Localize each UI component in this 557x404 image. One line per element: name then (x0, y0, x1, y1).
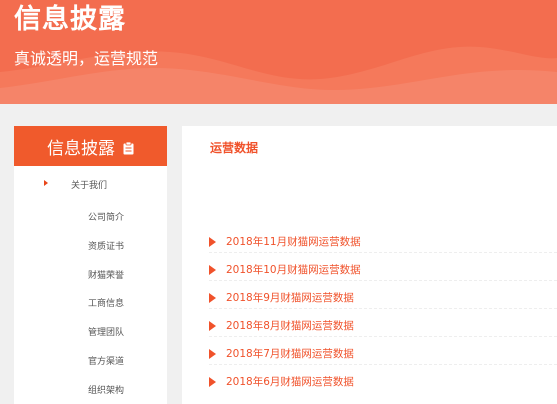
triangle-right-icon (209, 349, 216, 359)
banner-title: 信息披露 (14, 4, 126, 35)
sidebar: 信息披露 关于我们 公司简介 资质证书 财猫荣誉 工商信息 管理团队 官方渠道 … (14, 126, 167, 404)
divider (209, 280, 557, 281)
list-item[interactable]: 2018年9月财猫网运营数据 (182, 286, 557, 314)
report-link[interactable]: 2018年8月财猫网运营数据 (226, 318, 354, 333)
report-link[interactable]: 2018年7月财猫网运营数据 (226, 346, 354, 361)
triangle-right-icon (209, 377, 216, 387)
triangle-right-icon (44, 180, 48, 186)
sidebar-item-company-intro[interactable]: 公司简介 (88, 210, 124, 223)
sidebar-item-business-info[interactable]: 工商信息 (88, 296, 124, 309)
divider (209, 252, 557, 253)
banner-subtitle: 真诚透明，运营规范 (14, 49, 159, 68)
header-banner: 信息披露 真诚透明，运营规范 (0, 0, 557, 104)
report-link[interactable]: 2018年6月财猫网运营数据 (226, 374, 354, 389)
divider (209, 336, 557, 337)
content-title: 运营数据 (210, 141, 259, 155)
list-item[interactable]: 2018年7月财猫网运营数据 (182, 342, 557, 370)
list-item[interactable]: 2018年10月财猫网运营数据 (182, 258, 557, 286)
triangle-right-icon (209, 321, 216, 331)
sidebar-item-honors[interactable]: 财猫荣誉 (88, 268, 124, 281)
main-content: 运营数据 2018年11月财猫网运营数据 2018年10月财猫网运营数据 201… (182, 126, 557, 404)
sidebar-item-official-channels[interactable]: 官方渠道 (88, 354, 124, 367)
sidebar-item-management-team[interactable]: 管理团队 (88, 325, 124, 338)
triangle-right-icon (209, 265, 216, 275)
sidebar-item-org-structure[interactable]: 组织架构 (88, 383, 124, 396)
triangle-right-icon (209, 237, 216, 247)
sidebar-header[interactable]: 信息披露 (14, 126, 167, 166)
divider (209, 308, 557, 309)
sidebar-item-certificates[interactable]: 资质证书 (88, 239, 124, 252)
report-link[interactable]: 2018年11月财猫网运营数据 (226, 234, 361, 249)
list-item[interactable]: 2018年11月财猫网运营数据 (182, 230, 557, 258)
list-item[interactable]: 2018年6月财猫网运营数据 (182, 370, 557, 398)
report-link[interactable]: 2018年10月财猫网运营数据 (226, 262, 361, 277)
divider (209, 364, 557, 365)
list-item[interactable]: 2018年8月财猫网运营数据 (182, 314, 557, 342)
clipboard-icon (123, 140, 134, 154)
sidebar-header-label: 信息披露 (47, 138, 115, 159)
sidebar-item-about[interactable]: 关于我们 (71, 178, 107, 191)
report-link[interactable]: 2018年9月财猫网运营数据 (226, 290, 354, 305)
triangle-right-icon (209, 293, 216, 303)
